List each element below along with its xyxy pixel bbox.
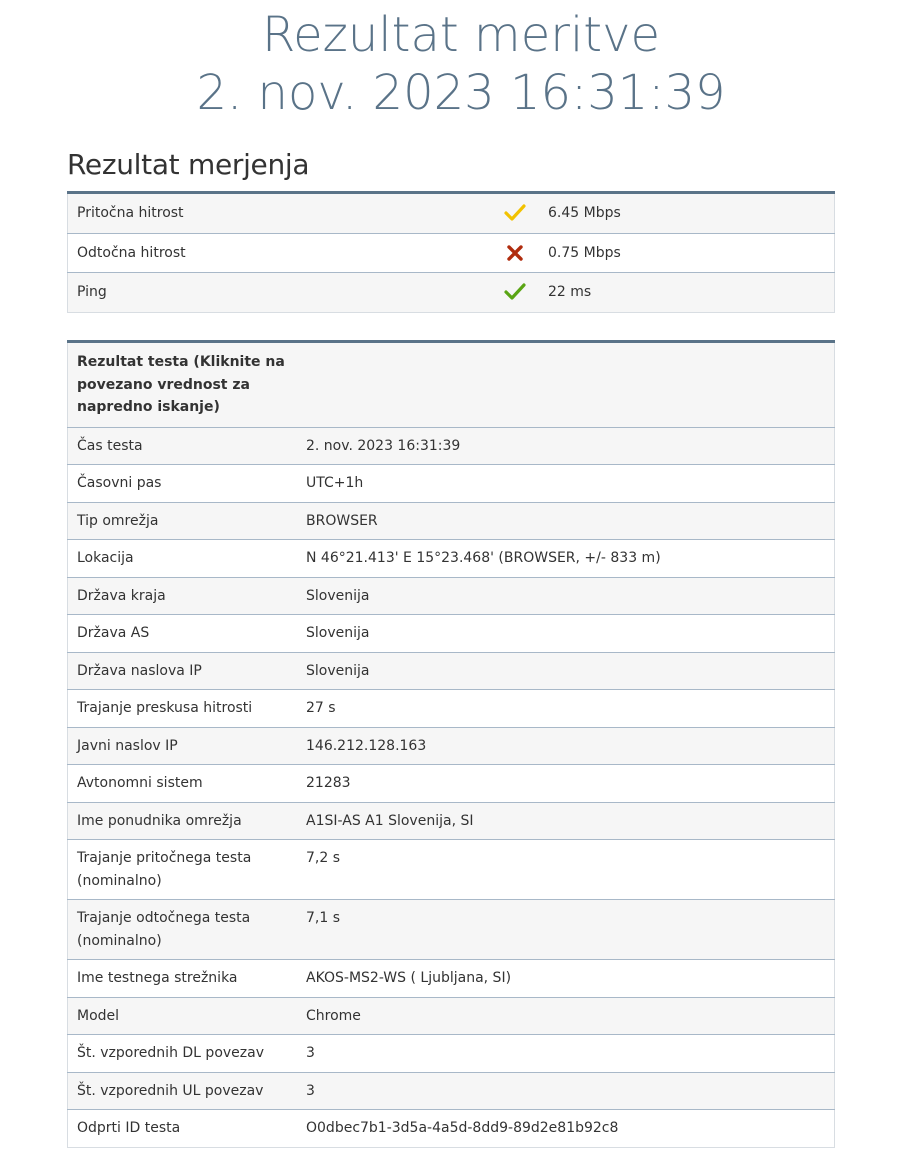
detail-value: Chrome (297, 997, 835, 1035)
detail-row: Država naslova IP Slovenija (67, 652, 835, 690)
detail-key: Lokacija (67, 539, 297, 578)
detail-key: Država naslova IP (67, 652, 297, 690)
detail-row: Država AS Slovenija (67, 614, 835, 653)
summary-row: Pritočna hitrost 6.45 Mbps (67, 192, 835, 234)
summary-table: Pritočna hitrost 6.45 Mbps Odtočna hitrost… (67, 191, 835, 313)
detail-value: 2. nov. 2023 16:31:39 (297, 427, 835, 465)
check-icon (491, 192, 539, 234)
summary-row: Ping 22 ms (67, 272, 835, 312)
title-datetime: 2. nov. 2023 16:31:39 (196, 65, 726, 121)
check-icon (491, 272, 539, 312)
summary-value: 6.45 Mbps (539, 192, 835, 234)
detail-key: Časovni pas (67, 464, 297, 503)
detail-key: Št. vzporednih DL povezav (67, 1034, 297, 1073)
detail-row: Tip omrežja BROWSER (67, 502, 835, 540)
detail-row: Javni naslov IP 146.212.128.163 (67, 727, 835, 765)
detail-value: 7,2 s (297, 839, 835, 900)
detail-key: Št. vzporednih UL povezav (67, 1072, 297, 1110)
summary-label: Ping (67, 272, 491, 312)
detail-key: Trajanje odtočnega testa (nominalno) (67, 899, 297, 960)
detail-key: Država kraja (67, 577, 297, 615)
detail-value: N 46°21.413' E 15°23.468' (BROWSER, +/- … (297, 539, 835, 578)
summary-value: 0.75 Mbps (539, 233, 835, 273)
detail-value: 21283 (297, 764, 835, 803)
summary-label: Odtočna hitrost (67, 233, 491, 273)
detail-row: Trajanje odtočnega testa (nominalno) 7,1 … (67, 899, 835, 960)
detail-row: Časovni pas UTC+1h (67, 464, 835, 503)
detail-row: Trajanje preskusa hitrosti 27 s (67, 689, 835, 728)
summary-value: 22 ms (539, 272, 835, 312)
section-title: Rezultat merjenja (67, 148, 310, 181)
detail-key: Čas testa (67, 427, 297, 465)
detail-row: Ime ponudnika omrežja A1SI-AS A1 Slovenij… (67, 802, 835, 840)
detail-value: AKOS-MS2-WS ( Ljubljana, SI) (297, 959, 835, 998)
detail-key: Odprti ID testa (67, 1109, 297, 1147)
detail-value: 3 (297, 1034, 835, 1073)
detail-row: Čas testa 2. nov. 2023 16:31:39 (67, 427, 835, 465)
detail-key: Avtonomni sistem (67, 764, 297, 803)
summary-row: Odtočna hitrost 0.75 Mbps (67, 233, 835, 273)
page-title: Rezultat meritve 2. nov. 2023 16:31:39 (0, 0, 922, 122)
detail-value: 7,1 s (297, 899, 835, 960)
details-table: Rezultat testa (Kliknite na povezano vre… (67, 340, 835, 1148)
detail-row: Model Chrome (67, 997, 835, 1035)
detail-value: Slovenija (297, 614, 835, 653)
detail-value: Slovenija (297, 652, 835, 690)
detail-value: 3 (297, 1072, 835, 1110)
detail-value: BROWSER (297, 502, 835, 540)
detail-key: Model (67, 997, 297, 1035)
detail-key: Ime ponudnika omrežja (67, 802, 297, 840)
detail-key: Tip omrežja (67, 502, 297, 540)
detail-row: Ime testnega strežnika AKOS-MS2-WS ( Ljub… (67, 959, 835, 998)
details-header-blank (297, 341, 835, 428)
detail-row: Odprti ID testa O0dbec7b1-3d5a-4a5d-8dd9-… (67, 1109, 835, 1147)
detail-key: Trajanje pritočnega testa (nominalno) (67, 839, 297, 900)
detail-value: 146.212.128.163 (297, 727, 835, 765)
detail-row: Avtonomni sistem 21283 (67, 764, 835, 803)
details-header: Rezultat testa (Kliknite na povezano vre… (67, 341, 297, 428)
detail-value: UTC+1h (297, 464, 835, 503)
detail-value: 27 s (297, 689, 835, 728)
detail-key: Država AS (67, 614, 297, 653)
detail-key: Ime testnega strežnika (67, 959, 297, 998)
detail-row: Trajanje pritočnega testa (nominalno) 7,2… (67, 839, 835, 900)
detail-key: Trajanje preskusa hitrosti (67, 689, 297, 728)
detail-value: O0dbec7b1-3d5a-4a5d-8dd9-89d2e81b92c8 (297, 1109, 835, 1147)
detail-row: Lokacija N 46°21.413' E 15°23.468' (BROWS… (67, 539, 835, 578)
detail-value: A1SI-AS A1 Slovenija, SI (297, 802, 835, 840)
title-text: Rezultat meritve (261, 7, 661, 63)
detail-row: Št. vzporednih DL povezav 3 (67, 1034, 835, 1073)
detail-value: Slovenija (297, 577, 835, 615)
summary-label: Pritočna hitrost (67, 192, 491, 234)
detail-row: Država kraja Slovenija (67, 577, 835, 615)
detail-row: Št. vzporednih UL povezav 3 (67, 1072, 835, 1110)
detail-key: Javni naslov IP (67, 727, 297, 765)
cross-icon (491, 233, 539, 273)
